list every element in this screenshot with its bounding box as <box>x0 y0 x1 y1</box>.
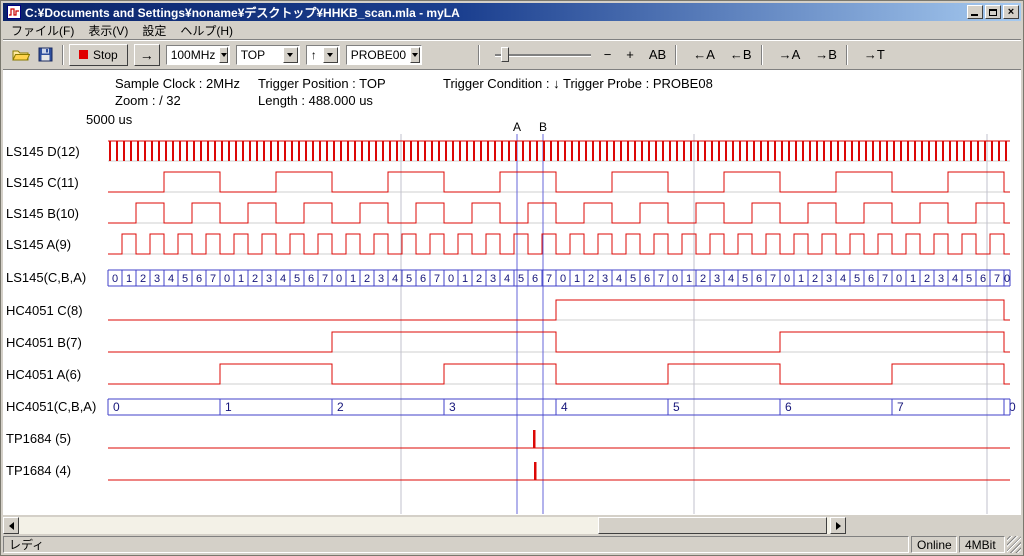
folder-open-icon <box>12 48 30 62</box>
probe-select[interactable]: PROBE00 <box>346 45 422 65</box>
open-file-button[interactable] <box>9 44 33 66</box>
zoom-slider[interactable] <box>493 44 593 66</box>
zoom-out-button[interactable]: − <box>600 45 616 64</box>
menu-view[interactable]: 表示(V) <box>81 20 135 41</box>
arrow-right-icon <box>836 522 841 530</box>
toolbar-separator <box>478 45 480 65</box>
probe-value: PROBE00 <box>347 48 410 62</box>
waveform-area <box>3 69 1021 515</box>
window-title: C:¥Documents and Settings¥noname¥デスクトップ¥… <box>25 4 965 21</box>
zoom-in-button[interactable]: + <box>622 45 638 64</box>
titlebar[interactable]: C:¥Documents and Settings¥noname¥デスクトップ¥… <box>3 3 1021 21</box>
menubar: ファイル(F) 表示(V) 設定 ヘルプ(H) <box>3 21 1021 39</box>
save-button[interactable] <box>33 44 57 66</box>
clock-select[interactable]: 100MHz <box>166 45 230 65</box>
trigger-position-info: Trigger Position : TOP <box>258 76 386 91</box>
ab-button[interactable]: AB <box>645 45 670 64</box>
zoom-slider-thumb[interactable] <box>501 47 509 62</box>
toolbar-separator <box>62 45 64 65</box>
maximize-icon <box>989 9 997 16</box>
goto-trigger-button[interactable]: →T <box>860 45 889 64</box>
horizontal-scrollbar <box>3 515 1021 536</box>
menu-settings[interactable]: 設定 <box>135 20 173 41</box>
app-icon <box>7 5 21 19</box>
chevron-down-icon[interactable] <box>410 47 420 63</box>
trigger-edge-select[interactable]: ↑ <box>306 45 340 65</box>
minimize-icon <box>971 14 978 16</box>
stop-icon <box>79 50 88 59</box>
close-icon: × <box>1008 7 1014 17</box>
goto-a-left-button[interactable]: ←A <box>689 45 719 64</box>
toolbar-separator <box>761 45 763 65</box>
toolbar: Stop → 100MHz TOP ↑ PROBE00 − + AB ←A ←B <box>3 39 1021 69</box>
menu-help[interactable]: ヘルプ(H) <box>173 20 240 41</box>
trigger-position-select[interactable]: TOP <box>236 45 300 65</box>
scroll-left-button[interactable] <box>3 517 19 534</box>
scroll-right-button[interactable] <box>830 517 846 534</box>
scrollbar-thumb[interactable] <box>598 517 827 534</box>
stop-label: Stop <box>93 48 118 62</box>
zoom-slider-track <box>495 54 591 56</box>
sample-clock-info: Sample Clock : 2MHz <box>115 76 240 91</box>
app-window: C:¥Documents and Settings¥noname¥デスクトップ¥… <box>0 0 1024 556</box>
maximize-button[interactable] <box>985 5 1001 19</box>
length-info: Length : 488.000 us <box>258 93 373 108</box>
statusbar: レディ Online 4MBit <box>3 536 1021 553</box>
trigger-condition-info: Trigger Condition : ↓ <box>443 76 560 91</box>
arrow-left-icon <box>9 522 14 530</box>
menu-file[interactable]: ファイル(F) <box>4 20 81 41</box>
run-button[interactable]: → <box>134 44 160 66</box>
close-button[interactable]: × <box>1003 5 1019 19</box>
goto-b-right-button[interactable]: →B <box>811 45 841 64</box>
floppy-disk-icon <box>38 47 53 62</box>
chevron-down-icon[interactable] <box>283 47 298 63</box>
status-memory: 4MBit <box>959 536 1005 553</box>
toolbar-separator <box>675 45 677 65</box>
timescale-label: 5000 us <box>86 112 132 127</box>
chevron-down-icon[interactable] <box>323 47 338 63</box>
stop-button[interactable]: Stop <box>69 44 128 66</box>
goto-a-right-button[interactable]: →A <box>775 45 805 64</box>
toolbar-separator <box>846 45 848 65</box>
status-online: Online <box>911 536 957 553</box>
clock-value: 100MHz <box>167 48 220 62</box>
trigger-position-value: TOP <box>237 48 283 62</box>
minimize-button[interactable] <box>967 5 983 19</box>
zoom-info: Zoom : / 32 <box>115 93 181 108</box>
trigger-probe-info: Trigger Probe : PROBE08 <box>563 76 713 91</box>
resize-grip[interactable] <box>1007 536 1021 553</box>
goto-b-left-button[interactable]: ←B <box>726 45 756 64</box>
trigger-edge-value: ↑ <box>307 48 323 62</box>
chevron-down-icon[interactable] <box>219 47 227 63</box>
status-message: レディ <box>3 536 909 553</box>
